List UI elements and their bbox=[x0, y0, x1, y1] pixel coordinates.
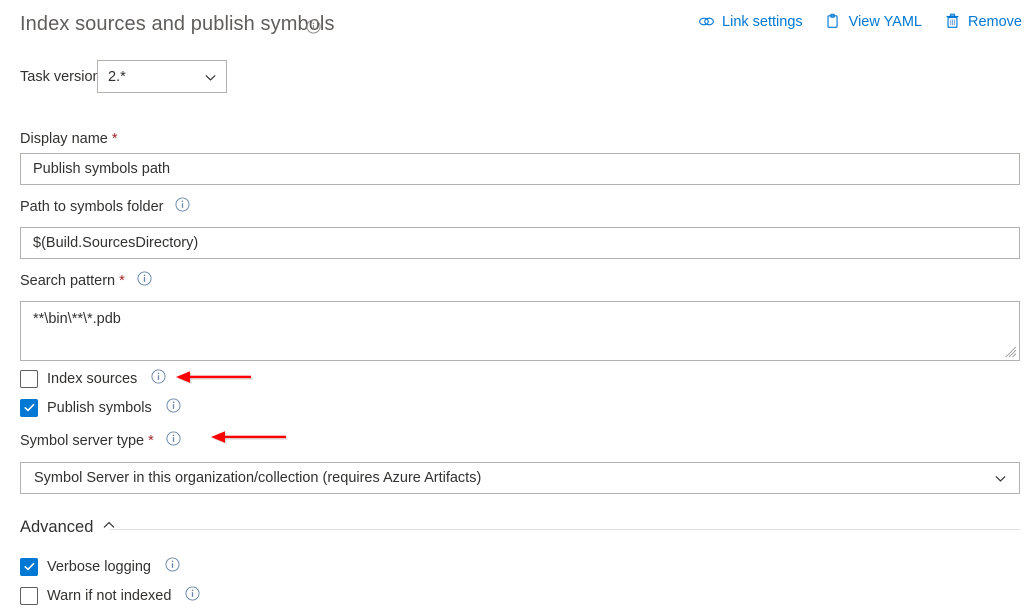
advanced-title: Advanced bbox=[20, 518, 93, 537]
chevron-down-icon bbox=[994, 472, 1007, 489]
info-icon[interactable] bbox=[151, 369, 166, 388]
warn-if-not-indexed-label: Warn if not indexed bbox=[47, 588, 171, 604]
view-yaml-label: View YAML bbox=[849, 14, 922, 30]
search-pattern-label-text: Search pattern bbox=[20, 273, 115, 289]
path-to-symbols-folder-input[interactable]: $(Build.SourcesDirectory) bbox=[20, 227, 1020, 259]
view-yaml-button[interactable]: View YAML bbox=[825, 13, 922, 30]
publish-symbols-row[interactable]: Publish symbols bbox=[20, 398, 181, 417]
textarea-resize-handle[interactable] bbox=[1005, 346, 1017, 358]
publish-symbols-label: Publish symbols bbox=[47, 400, 152, 416]
advanced-section-header[interactable]: Advanced bbox=[20, 518, 116, 537]
clipboard-icon bbox=[825, 13, 842, 30]
info-icon[interactable] bbox=[137, 271, 152, 290]
info-icon[interactable] bbox=[175, 197, 190, 216]
task-version-select[interactable]: 2.* bbox=[97, 60, 227, 93]
remove-label: Remove bbox=[968, 14, 1022, 30]
link-settings-label: Link settings bbox=[722, 14, 803, 30]
path-to-symbols-folder-label: Path to symbols folder bbox=[20, 197, 190, 216]
index-sources-checkbox[interactable] bbox=[20, 370, 38, 388]
verbose-logging-label: Verbose logging bbox=[47, 559, 151, 575]
symbol-server-type-label: Symbol server type * bbox=[20, 431, 181, 450]
search-pattern-textarea[interactable]: **\bin\**\*.pdb bbox=[20, 301, 1020, 361]
search-pattern-label: Search pattern * bbox=[20, 271, 152, 290]
arrow-index-sources bbox=[174, 368, 254, 393]
arrow-symbol-server-type bbox=[209, 428, 289, 453]
task-version-label: Task version bbox=[20, 69, 101, 85]
chevron-up-icon[interactable] bbox=[102, 518, 116, 537]
task-editor-panel: Index sources and publish symbols Link s… bbox=[0, 0, 1034, 616]
chevron-down-icon bbox=[204, 71, 217, 89]
info-icon[interactable] bbox=[166, 431, 181, 450]
display-name-label-text: Display name bbox=[20, 131, 108, 147]
panel-header: Index sources and publish symbols Link s… bbox=[0, 0, 1034, 48]
search-pattern-value: **\bin\**\*.pdb bbox=[33, 311, 121, 327]
header-actions: Link settings View YAML bbox=[698, 13, 1022, 30]
advanced-divider bbox=[110, 529, 1020, 530]
display-name-value: Publish symbols path bbox=[33, 161, 170, 177]
info-icon[interactable] bbox=[166, 398, 181, 417]
verbose-logging-checkbox[interactable] bbox=[20, 558, 38, 576]
verbose-logging-row[interactable]: Verbose logging bbox=[20, 557, 180, 576]
link-settings-button[interactable]: Link settings bbox=[698, 13, 803, 30]
title-info-icon[interactable] bbox=[306, 19, 321, 39]
required-marker: * bbox=[119, 273, 125, 289]
display-name-label: Display name * bbox=[20, 131, 118, 147]
info-icon[interactable] bbox=[165, 557, 180, 576]
index-sources-label: Index sources bbox=[47, 371, 137, 387]
required-marker: * bbox=[148, 433, 154, 449]
warn-if-not-indexed-checkbox[interactable] bbox=[20, 587, 38, 605]
warn-if-not-indexed-row[interactable]: Warn if not indexed bbox=[20, 586, 200, 605]
index-sources-row[interactable]: Index sources bbox=[20, 369, 166, 388]
publish-symbols-checkbox[interactable] bbox=[20, 399, 38, 417]
symbol-server-type-select[interactable]: Symbol Server in this organization/colle… bbox=[20, 462, 1020, 494]
link-icon bbox=[698, 13, 715, 30]
symbol-server-type-value: Symbol Server in this organization/colle… bbox=[21, 470, 481, 486]
symbol-server-type-label-text: Symbol server type bbox=[20, 433, 144, 449]
remove-button[interactable]: Remove bbox=[944, 13, 1022, 30]
display-name-input[interactable]: Publish symbols path bbox=[20, 153, 1020, 185]
info-icon[interactable] bbox=[185, 586, 200, 605]
path-to-symbols-folder-value: $(Build.SourcesDirectory) bbox=[33, 235, 198, 251]
required-marker: * bbox=[112, 131, 118, 147]
trash-icon bbox=[944, 13, 961, 30]
page-title: Index sources and publish symbols bbox=[20, 13, 335, 36]
task-version-value: 2.* bbox=[98, 69, 126, 85]
path-to-symbols-folder-label-text: Path to symbols folder bbox=[20, 199, 163, 215]
